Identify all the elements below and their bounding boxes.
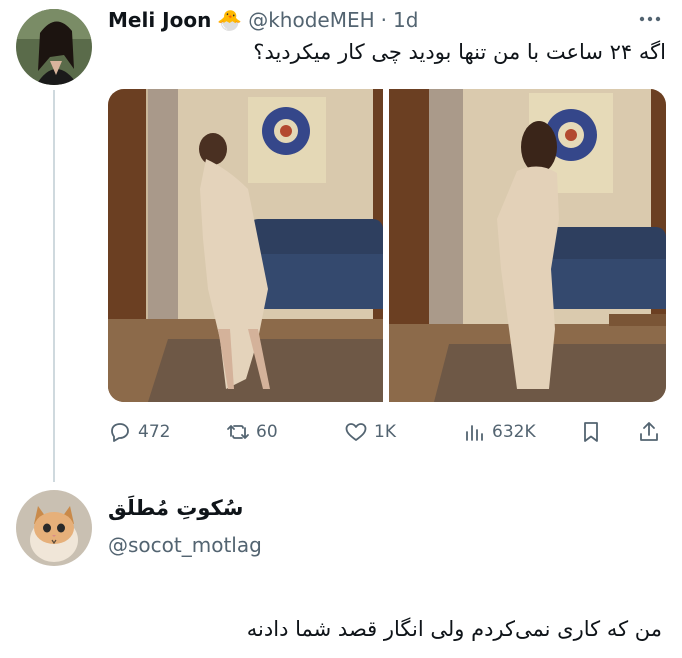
share-icon	[640, 422, 658, 441]
reply-author-name[interactable]: سُکوتِ مُطلَق	[108, 496, 243, 520]
reply-author-avatar[interactable]	[16, 490, 92, 566]
like-button[interactable]: 1K	[344, 420, 396, 444]
reply-button[interactable]: 472	[108, 420, 170, 444]
reply-count: 472	[138, 422, 171, 442]
author-avatar[interactable]	[16, 9, 92, 85]
tweet-time[interactable]: 1d	[393, 8, 418, 32]
tweet-header: Meli Joon 🐣 @khodeMEH · 1d	[108, 6, 418, 34]
reply-text: من که کاری نمی‌کردم ولی انگار قصد شما دا…	[246, 617, 662, 641]
reply-icon	[111, 423, 129, 442]
separator-dot: ·	[380, 8, 388, 32]
retweet-icon	[227, 425, 249, 439]
tweet-image-1[interactable]	[108, 89, 383, 402]
heart-icon	[345, 423, 367, 441]
bookmark-icon	[584, 422, 598, 442]
bookmark-button[interactable]	[579, 420, 603, 444]
analytics-icon	[466, 425, 483, 441]
thread-connector-line	[53, 90, 55, 482]
chick-emoji-icon: 🐣	[217, 8, 243, 32]
tweet-image-2[interactable]	[389, 89, 666, 402]
avatar-photo	[16, 9, 92, 85]
author-handle[interactable]: @khodeMEH	[248, 8, 374, 32]
more-options-icon[interactable]	[636, 10, 664, 28]
retweet-count: 60	[256, 422, 278, 442]
views-button[interactable]: 632K	[462, 420, 536, 444]
retweet-button[interactable]: 60	[226, 420, 278, 444]
author-name[interactable]: Meli Joon	[108, 8, 211, 32]
share-button[interactable]	[637, 420, 661, 444]
views-count: 632K	[492, 422, 536, 442]
reply-author-handle[interactable]: @socot_motlag	[108, 533, 262, 557]
cat-avatar-photo	[16, 490, 92, 566]
tweet-text: اگه ۲۴ ساعت با من تنها بودید چی کار میکر…	[253, 40, 666, 64]
like-count: 1K	[374, 422, 396, 442]
